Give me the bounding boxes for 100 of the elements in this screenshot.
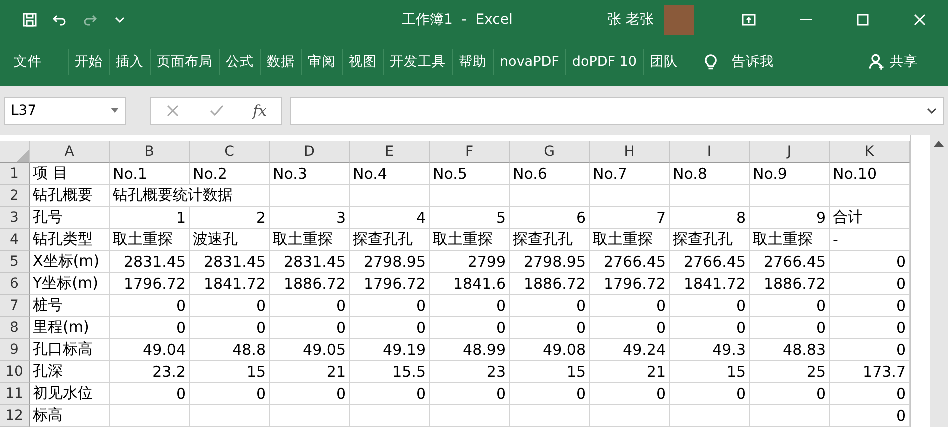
ribbon-tab[interactable]: 帮助 xyxy=(452,49,493,76)
table-cell: 桩号 xyxy=(30,295,110,317)
table-cell: 49.24 xyxy=(590,339,670,361)
expand-icon[interactable] xyxy=(927,108,937,114)
ribbon-tab[interactable]: 数据 xyxy=(260,49,301,76)
column-header[interactable]: I xyxy=(670,141,750,163)
table-cell: 2 xyxy=(190,207,270,229)
table-cell: 0 xyxy=(590,383,670,405)
person-icon xyxy=(868,53,886,72)
row-header[interactable]: 7 xyxy=(0,295,30,317)
row-header[interactable]: 9 xyxy=(0,339,30,361)
table-cell: 0 xyxy=(110,317,190,339)
ribbon-tab[interactable]: 视图 xyxy=(342,49,383,76)
table-cell: 1886.72 xyxy=(510,273,590,295)
table-cell: 1796.72 xyxy=(110,273,190,295)
row-header[interactable]: 1 xyxy=(0,163,30,185)
table-cell: No.8 xyxy=(670,163,750,185)
ribbon-tab[interactable]: doPDF 10 xyxy=(565,49,643,76)
row-header[interactable]: 12 xyxy=(0,405,30,427)
table-cell: 钻孔概要统计数据 xyxy=(110,185,270,207)
table-cell: 15 xyxy=(190,361,270,383)
row-header[interactable]: 5 xyxy=(0,251,30,273)
table-cell: X坐标(m) xyxy=(30,251,110,273)
column-header[interactable]: F xyxy=(430,141,510,163)
table-cell: 48.83 xyxy=(750,339,830,361)
name-box[interactable]: L37 xyxy=(4,96,126,125)
table-cell: No.1 xyxy=(110,163,190,185)
close-icon xyxy=(912,12,928,28)
column-header[interactable]: E xyxy=(350,141,430,163)
save-icon[interactable] xyxy=(22,12,38,28)
ribbon-tab[interactable]: 开始 xyxy=(68,49,109,76)
table-cell: No.3 xyxy=(270,163,350,185)
table-cell: 0 xyxy=(510,295,590,317)
column-header[interactable]: J xyxy=(750,141,830,163)
tell-me-button[interactable]: 告诉我 xyxy=(696,51,780,74)
table-cell: 0 xyxy=(350,295,430,317)
table-cell: 0 xyxy=(670,383,750,405)
table-cell: 3 xyxy=(270,207,350,229)
table-cell: 23.2 xyxy=(110,361,190,383)
ribbon-tab[interactable]: 公式 xyxy=(219,49,260,76)
table-cell: 49.3 xyxy=(670,339,750,361)
ribbon-tab[interactable]: 页面布局 xyxy=(150,49,219,76)
table-cell: 取土重探 xyxy=(430,229,510,251)
row-header[interactable]: 8 xyxy=(0,317,30,339)
share-button[interactable]: 共享 xyxy=(862,52,924,72)
column-header[interactable]: B xyxy=(110,141,190,163)
table-cell: 0 xyxy=(430,383,510,405)
table-cell: 25 xyxy=(750,361,830,383)
table-cell: 2766.45 xyxy=(750,251,830,273)
table-cell: 0 xyxy=(510,383,590,405)
table-cell: No.6 xyxy=(510,163,590,185)
row-header[interactable]: 4 xyxy=(0,229,30,251)
insert-function-button[interactable]: fx xyxy=(252,102,267,120)
table-cell: 49.19 xyxy=(350,339,430,361)
column-header[interactable]: H xyxy=(590,141,670,163)
formula-input[interactable] xyxy=(290,96,944,125)
dropdown-icon xyxy=(111,108,119,114)
table-cell: 1841.72 xyxy=(670,273,750,295)
table-cell: 孔深 xyxy=(30,361,110,383)
table-cell: 探查孔孔 xyxy=(510,229,590,251)
column-header[interactable]: C xyxy=(190,141,270,163)
ribbon-tab[interactable]: 开发工具 xyxy=(383,49,452,76)
vertical-scrollbar[interactable] xyxy=(930,135,948,427)
table-cell: 48.99 xyxy=(430,339,510,361)
row-header[interactable]: 2 xyxy=(0,185,30,207)
table-cell: 0 xyxy=(350,317,430,339)
column-header[interactable]: D xyxy=(270,141,350,163)
check-icon[interactable] xyxy=(208,102,225,119)
row-header[interactable]: 6 xyxy=(0,273,30,295)
table-cell: 取土重探 xyxy=(750,229,830,251)
table-cell: 0 xyxy=(750,383,830,405)
ribbon-tab[interactable]: 插入 xyxy=(109,49,150,76)
table-cell: 0 xyxy=(270,383,350,405)
ribbon-tab[interactable]: 文件 xyxy=(8,49,48,76)
table-cell: 0 xyxy=(190,295,270,317)
table-cell: 2798.95 xyxy=(350,251,430,273)
table-cell: 1886.72 xyxy=(750,273,830,295)
table-cell: 标高 xyxy=(30,405,110,427)
row-header[interactable]: 3 xyxy=(0,207,30,229)
table-cell: 2798.95 xyxy=(510,251,590,273)
ribbon-tab[interactable]: novaPDF xyxy=(493,49,566,76)
column-header[interactable]: K xyxy=(830,141,910,163)
table-cell: 48.8 xyxy=(190,339,270,361)
cancel-icon[interactable] xyxy=(164,102,181,119)
row-header[interactable]: 10 xyxy=(0,361,30,383)
ribbon-display-icon xyxy=(740,12,756,28)
table-cell: No.4 xyxy=(350,163,430,185)
column-header[interactable]: G xyxy=(510,141,590,163)
ribbon-tab[interactable]: 审阅 xyxy=(301,49,342,76)
table-cell: 15 xyxy=(670,361,750,383)
table-cell: 1796.72 xyxy=(590,273,670,295)
select-all-corner[interactable] xyxy=(0,141,30,163)
scroll-up-icon[interactable] xyxy=(934,141,944,147)
ribbon-tab[interactable]: 团队 xyxy=(643,49,684,76)
table-cell: 15 xyxy=(510,361,590,383)
column-header[interactable]: A xyxy=(30,141,110,163)
table-cell: No.9 xyxy=(750,163,830,185)
table-cell: 0 xyxy=(190,317,270,339)
table-cell: 49.05 xyxy=(270,339,350,361)
row-header[interactable]: 11 xyxy=(0,383,30,405)
